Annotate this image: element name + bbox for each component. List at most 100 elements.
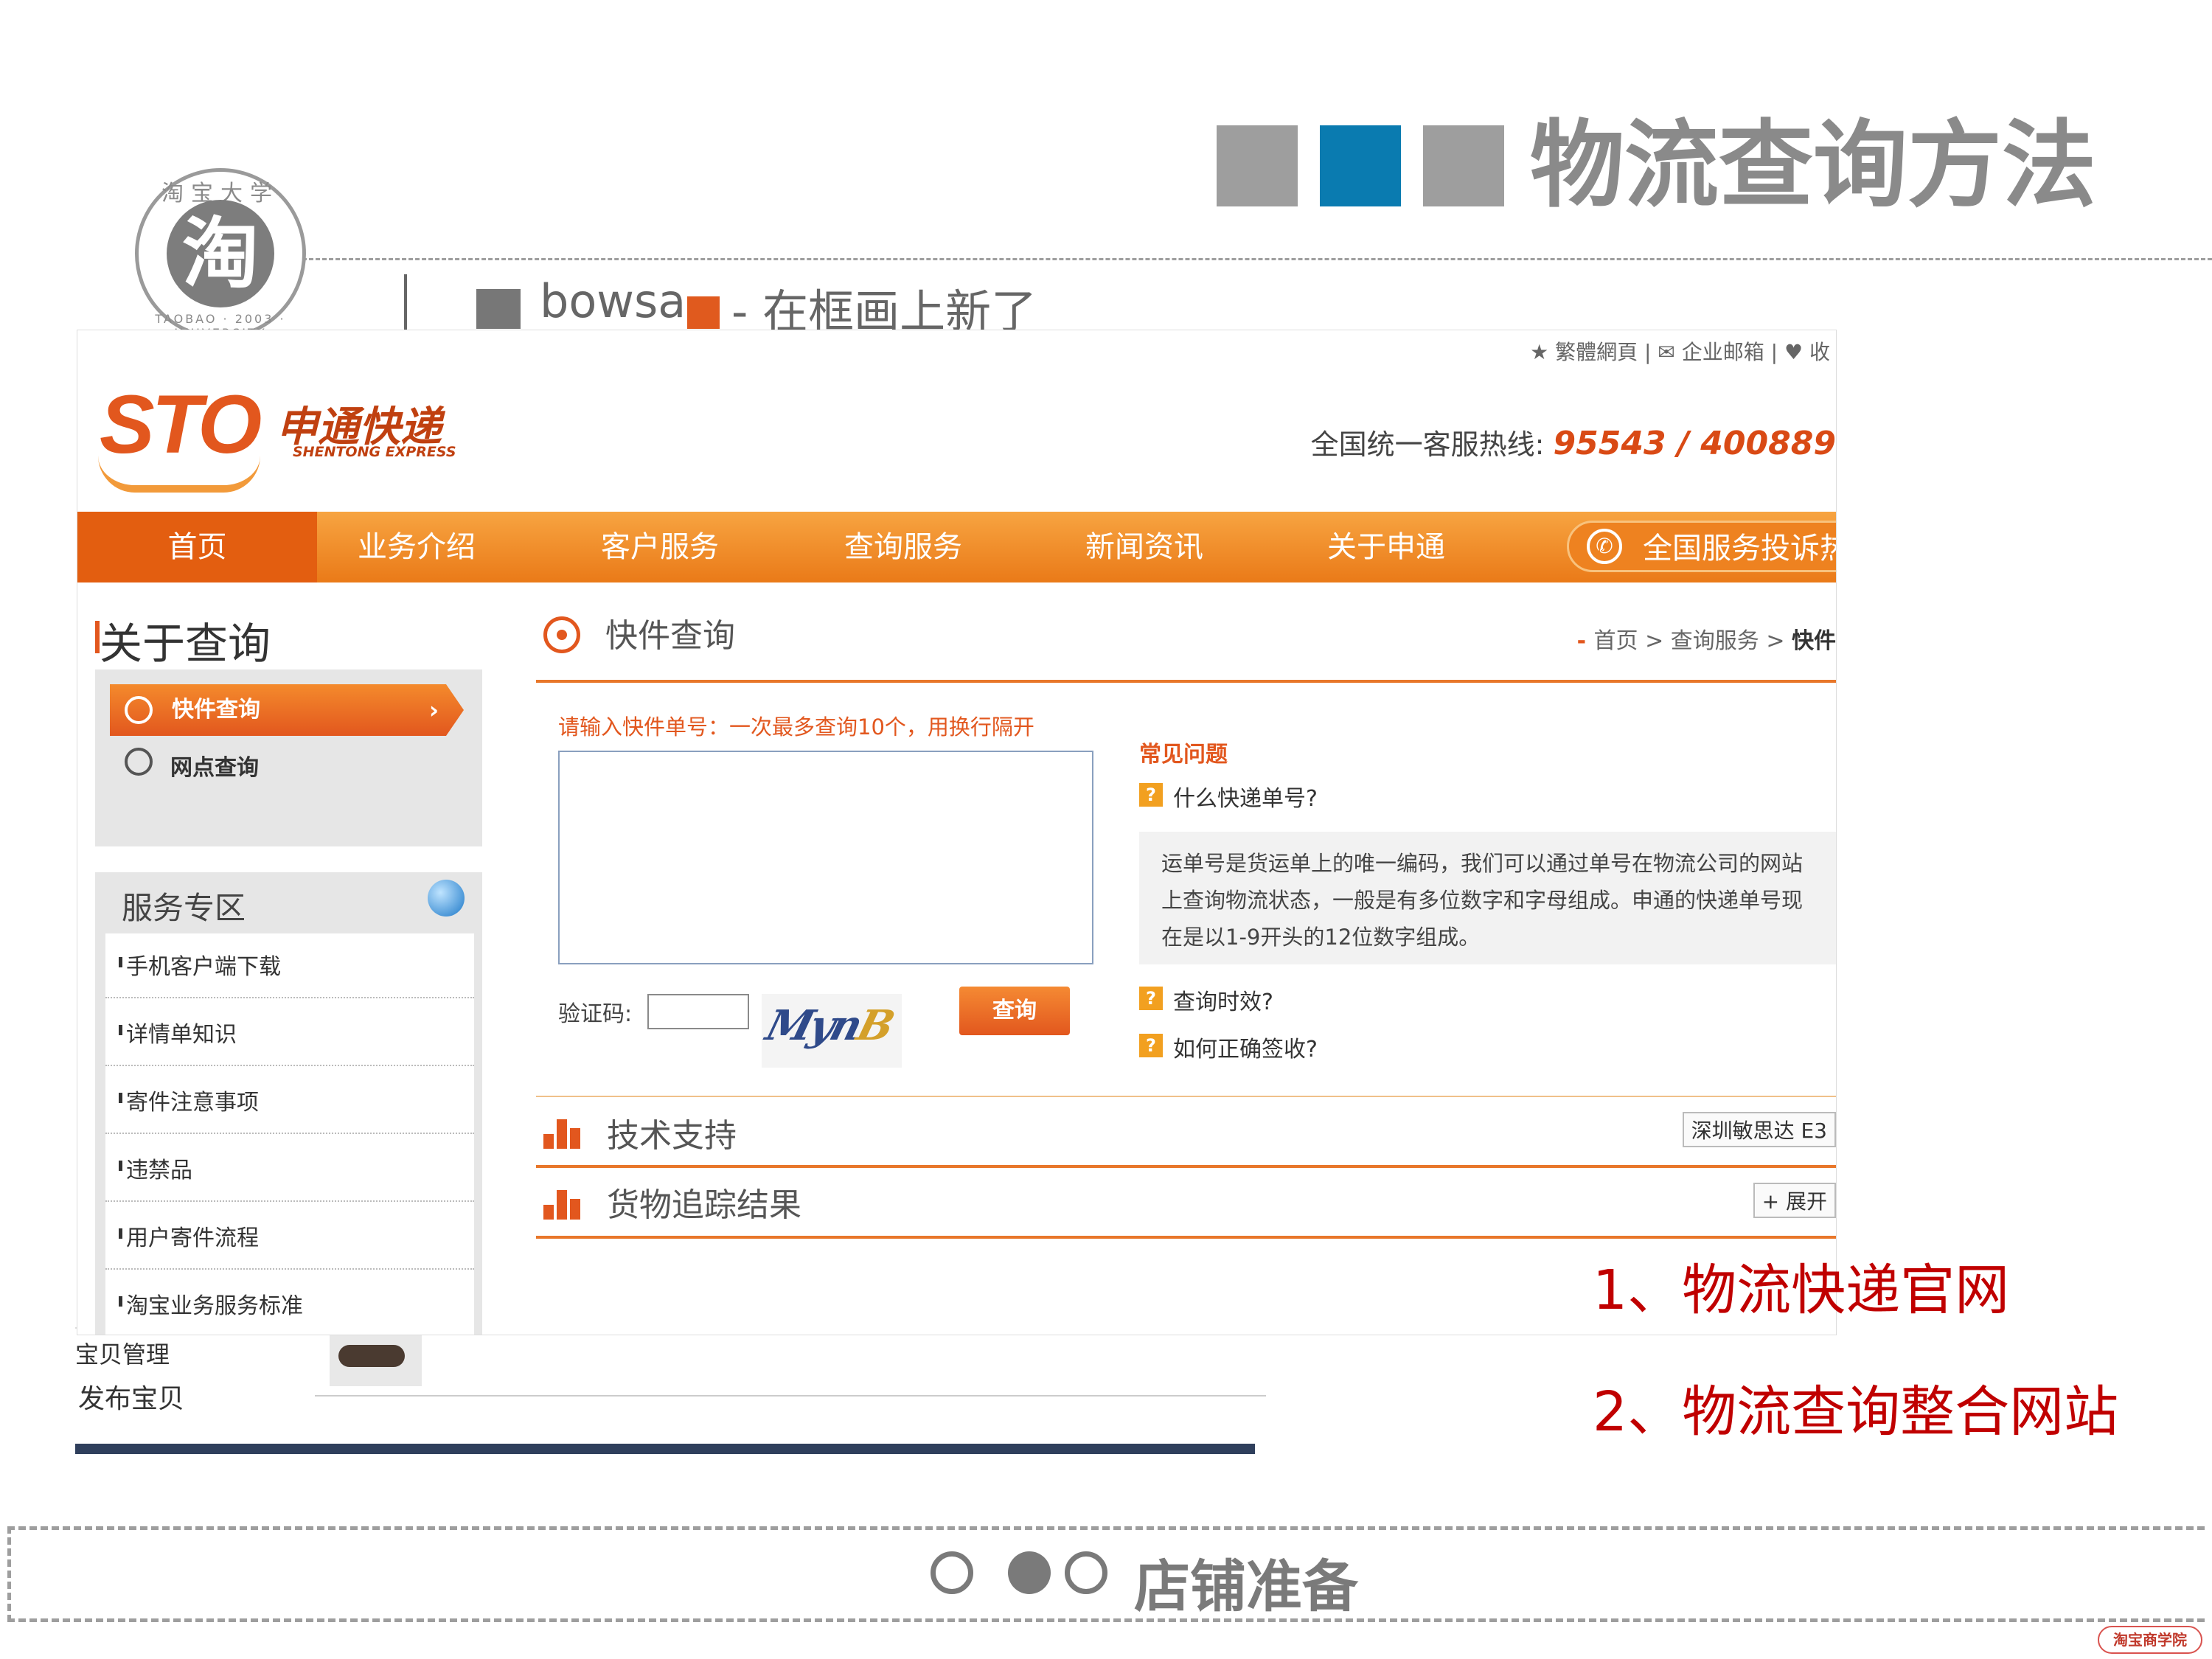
bar-chart-icon xyxy=(543,1112,580,1149)
circle-outline-icon xyxy=(931,1551,973,1594)
slide-title: 物流查询方法 xyxy=(1530,111,2097,220)
phone-icon: ✆ xyxy=(1587,529,1622,564)
note-official-site: 1、物流快递官网 xyxy=(1593,1259,2010,1322)
target-icon xyxy=(125,696,153,724)
divider xyxy=(315,1395,1266,1397)
section-rule xyxy=(536,680,1836,683)
note-aggregator-site: 2、物流查询整合网站 xyxy=(1593,1380,2119,1444)
service-list: 手机客户端下载 详情单知识 寄件注意事项 违禁品 用户寄件流程 淘宝业务服务标准 xyxy=(105,933,474,1335)
faq-question: 如何正确签收? xyxy=(1173,1037,1318,1062)
captcha-image[interactable]: MynB xyxy=(762,994,902,1068)
section-rule xyxy=(536,1096,1836,1097)
service-item-app-download[interactable]: 手机客户端下载 xyxy=(119,948,281,981)
circle-outline-icon xyxy=(1065,1551,1107,1594)
service-item-shipping-notes[interactable]: 寄件注意事项 xyxy=(119,1084,259,1116)
expand-button[interactable]: + 展开 xyxy=(1753,1183,1836,1218)
title-squares xyxy=(1217,125,1504,206)
breadcrumb: - 首页 > 查询服务 > 快件 xyxy=(1576,628,1836,654)
faq-item-tracking-number[interactable]: ? 什么快递单号? xyxy=(1139,780,1318,813)
sidebar-item-outlet-query[interactable]: 网点查询 xyxy=(170,749,259,782)
faq-answer-line: 运单号是货运单上的唯一编码，我们可以通过单号在物流公司的网站 xyxy=(1161,851,1804,876)
breadcrumb-home[interactable]: 首页 xyxy=(1594,628,1638,654)
tracking-hint: 请输入快件单号：一次最多查询10个，用换行隔开 xyxy=(558,714,1034,740)
gray-square xyxy=(1423,125,1504,206)
badge-icon xyxy=(687,296,720,329)
sidebar-item-express-query[interactable]: 快件查询 › xyxy=(110,684,464,736)
service-item-shipping-process[interactable]: 用户寄件流程 xyxy=(119,1220,259,1252)
background-top-text: bowsa xyxy=(540,274,686,328)
nav-item-query-service[interactable]: 查询服务 xyxy=(804,512,1003,582)
question-icon: ? xyxy=(1139,783,1163,807)
service-item-prohibited[interactable]: 违禁品 xyxy=(119,1152,192,1184)
section-rule xyxy=(536,1236,1836,1239)
bar-chart-icon xyxy=(543,1183,580,1220)
divider xyxy=(105,1065,474,1066)
globe-icon xyxy=(428,880,465,917)
taskbar xyxy=(75,1444,1255,1454)
service-zone-title: 服务专区 xyxy=(122,890,246,926)
faq-question: 什么快递单号? xyxy=(1173,786,1318,812)
tracking-result-title: 货物追踪结果 xyxy=(607,1186,801,1224)
faq-answer: 运单号是货运单上的唯一编码，我们可以通过单号在物流公司的网站 上查询物流状态，一… xyxy=(1139,832,1836,964)
hotline-label: 全国统一客服热线: xyxy=(1310,428,1545,461)
faq-question: 查询时效? xyxy=(1173,990,1273,1015)
query-button[interactable]: 查询 xyxy=(959,987,1070,1035)
faq-item-query-time[interactable]: ? 查询时效? xyxy=(1139,984,1273,1016)
background-top-suffix: - 在框画上新了 xyxy=(731,285,1037,332)
nav-item-customer-service[interactable]: 客户服务 xyxy=(560,512,759,582)
corner-logo: 淘宝商学院 xyxy=(2098,1626,2202,1654)
avatar xyxy=(476,289,521,329)
tech-support-title: 技术支持 xyxy=(607,1117,737,1155)
chevron-right-icon: › xyxy=(428,696,439,724)
divider xyxy=(105,1200,474,1202)
nav-item-about[interactable]: 关于申通 xyxy=(1287,512,1486,582)
nav-item-home[interactable]: 首页 xyxy=(77,512,317,582)
captcha-input[interactable] xyxy=(647,994,749,1029)
service-item-waybill-knowledge[interactable]: 详情单知识 xyxy=(119,1016,237,1048)
breadcrumb-current: 快件 xyxy=(1792,628,1836,654)
question-icon: ? xyxy=(1139,1034,1163,1057)
sidebar-title: 关于查询 xyxy=(94,609,271,671)
divider xyxy=(105,1268,474,1270)
service-item-taobao-standard[interactable]: 淘宝业务服务标准 xyxy=(119,1287,303,1320)
sto-logo[interactable]: STO 申通快递 SHENTONG EXPRESS xyxy=(98,378,456,493)
title-divider xyxy=(302,258,2212,260)
footer-title: 店铺准备 xyxy=(1134,1554,1358,1619)
main-nav: 首页 业务介绍 客户服务 查询服务 新闻资讯 关于申通 ✆ 全国服务投诉热 xyxy=(77,512,1836,582)
complaint-hotline-button[interactable]: ✆ 全国服务投诉热 xyxy=(1567,521,1836,572)
nav-item-news[interactable]: 新闻资讯 xyxy=(1045,512,1244,582)
faq-title: 常见问题 xyxy=(1139,742,1228,768)
hotline-number: 95543 / 400889 xyxy=(1553,425,1836,462)
question-icon: ? xyxy=(1139,987,1163,1010)
section-rule xyxy=(536,1165,1836,1168)
clock-icon xyxy=(125,748,153,776)
faq-item-sign-receipt[interactable]: ? 如何正确签收? xyxy=(1139,1031,1318,1063)
circle-filled-icon xyxy=(1008,1551,1051,1594)
nav-item-business[interactable]: 业务介绍 xyxy=(317,512,516,582)
hotline: 全国统一客服热线: 95543 / 400889 xyxy=(1311,422,1836,462)
divider xyxy=(105,997,474,998)
faq-answer-line: 上查询物流状态，一般是有多位数字和字母组成。申通的快递单号现 xyxy=(1161,888,1804,913)
sto-logo-en: SHENTONG EXPRESS xyxy=(293,444,456,460)
item-thumbnail xyxy=(330,1335,422,1386)
seal-center-char: 淘 xyxy=(167,200,274,307)
breadcrumb-query-service[interactable]: 查询服务 xyxy=(1671,628,1759,654)
sto-logo-mark: STO xyxy=(100,378,262,470)
divider xyxy=(105,1133,474,1134)
captcha-label: 验证码: xyxy=(558,1001,633,1027)
gray-square xyxy=(1217,125,1298,206)
taobao-university-seal: 淘宝大学 淘 TAOBAO · 2003 · UNIVERSITY xyxy=(135,168,306,340)
faq-answer-line: 在是以1-9开头的12位数字组成。 xyxy=(1161,925,1481,950)
blue-square xyxy=(1320,125,1401,206)
tracking-number-textarea[interactable] xyxy=(558,751,1093,964)
tech-support-link[interactable]: 深圳敏思达 E3 xyxy=(1682,1112,1836,1147)
background-window-top: bowsa - 在框画上新了 xyxy=(404,274,1255,332)
express-query-title: 快件查询 xyxy=(605,617,735,655)
sto-website-window: ★ 繁體網頁 | ✉ 企业邮箱 | ♥ 收 STO 申通快递 SHENTONG … xyxy=(77,330,1836,1335)
logo-swoosh xyxy=(98,456,260,493)
complaint-label: 全国服务投诉热 xyxy=(1643,532,1836,566)
publish-item-link[interactable]: 发布宝贝 xyxy=(78,1377,184,1416)
background-window-bottom: 宝贝管理 发布宝贝 xyxy=(75,1327,1266,1454)
top-links[interactable]: ★ 繁體網頁 | ✉ 企业邮箱 | ♥ 收 xyxy=(1530,336,1830,366)
sidebar-item-label: 快件查询 xyxy=(172,697,260,723)
